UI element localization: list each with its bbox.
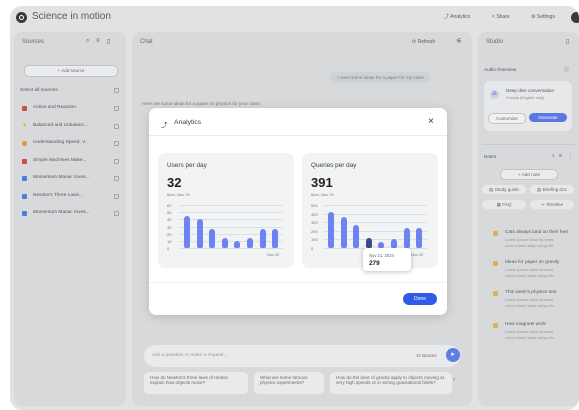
gridline <box>179 248 283 249</box>
chart-bar[interactable] <box>247 237 253 248</box>
y-tick-label: 40 <box>167 217 172 223</box>
chart-bar[interactable] <box>272 229 279 248</box>
analytics-dialog: ⤴ Analytics × Users per day 32 Mon, Nov … <box>149 108 447 315</box>
gridline <box>179 226 283 228</box>
chart-bar[interactable] <box>196 219 203 248</box>
gridline <box>179 240 283 242</box>
tooltip-value: 279 <box>369 260 380 267</box>
chart-bar[interactable] <box>184 216 190 248</box>
y-tick-label: 0 <box>167 246 170 251</box>
y-tick-label: 20 <box>167 231 172 237</box>
y-tick-label: 500 <box>311 203 318 208</box>
x-tick-label: Nov 25 <box>411 253 424 257</box>
y-tick-label: 60 <box>167 203 172 208</box>
divider <box>149 135 447 136</box>
card-date: Mon, Nov 25 <box>311 192 334 197</box>
trend-icon: ⤴ <box>161 122 168 129</box>
chart-bar[interactable] <box>416 228 423 248</box>
card-value: 32 <box>167 175 182 190</box>
chart-bar[interactable] <box>365 237 372 248</box>
chart-bar[interactable] <box>340 217 347 248</box>
chart-bar[interactable] <box>353 224 360 248</box>
chart-bar[interactable] <box>259 229 266 248</box>
users-per-day-card: Users per day 32 Mon, Nov 25 60 50 40 30 20 1… <box>158 153 294 268</box>
divider <box>149 282 447 283</box>
gridline <box>323 222 427 223</box>
tooltip-date: Nov 21, 2024 <box>369 253 394 258</box>
card-title: Queries per day <box>311 162 357 169</box>
card-date: Mon, Nov 25 <box>167 192 190 197</box>
y-tick-label: 200 <box>311 228 318 234</box>
gridline <box>179 219 283 220</box>
y-tick-label: 30 <box>167 224 172 230</box>
gridline <box>179 212 283 213</box>
done-button[interactable]: Done <box>403 293 437 305</box>
gridline <box>323 239 427 240</box>
y-tick-label: 0 <box>311 246 314 251</box>
chart-bar[interactable] <box>391 238 397 248</box>
gridline <box>179 205 283 206</box>
chart-bar[interactable] <box>209 229 216 248</box>
gridline <box>323 230 427 232</box>
gridline <box>179 233 283 235</box>
card-value: 391 <box>311 175 333 190</box>
dialog-title: Analytics <box>174 119 202 126</box>
gridline <box>323 213 427 215</box>
chart-bar[interactable] <box>221 237 228 248</box>
y-tick-label: 50 <box>167 210 172 216</box>
chart-tooltip: Nov 21, 2024 279 <box>363 248 411 271</box>
y-tick-label: 300 <box>311 220 318 226</box>
x-tick-label: Nov 25 <box>267 253 280 257</box>
y-tick-label: 10 <box>167 238 172 244</box>
close-icon[interactable]: × <box>428 116 434 127</box>
chart-bar[interactable] <box>403 228 410 248</box>
card-title: Users per day <box>167 162 207 169</box>
chart-bar[interactable] <box>328 211 334 248</box>
gridline <box>323 205 427 206</box>
chart-bar[interactable] <box>234 240 241 248</box>
y-tick-label: 100 <box>311 237 318 243</box>
y-tick-label: 400 <box>311 211 318 217</box>
